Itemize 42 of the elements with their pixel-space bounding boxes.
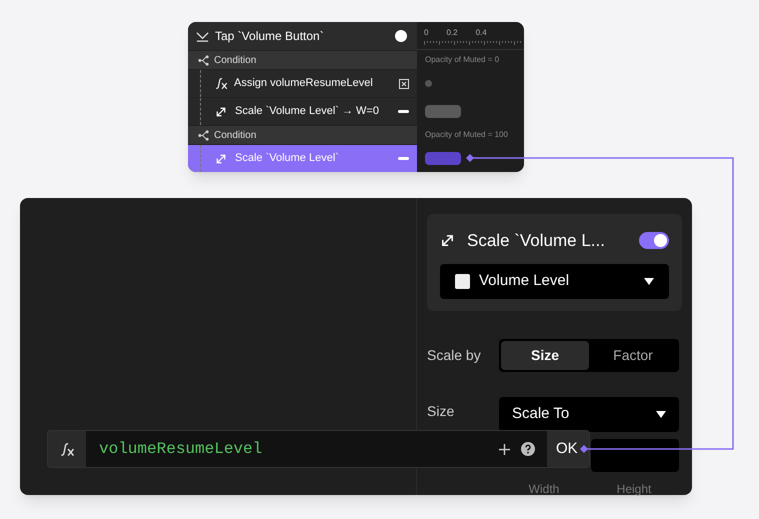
diagonal-arrow-icon xyxy=(215,106,227,118)
action-row[interactable]: Scale `Volume Level` → W=0 xyxy=(188,97,417,125)
close-box-icon[interactable] xyxy=(399,78,409,88)
animation-bar[interactable] xyxy=(425,152,461,164)
diagonal-arrow-icon xyxy=(440,233,455,248)
branch-icon xyxy=(198,54,209,66)
lane-label: Opacity of Muted = 100 xyxy=(425,128,508,140)
lane-label: Opacity of Muted = 0 xyxy=(425,54,500,66)
tap-icon xyxy=(196,30,209,42)
inspector-title: Scale `Volume L... xyxy=(467,230,606,252)
dropdown-caret-icon xyxy=(656,410,666,418)
function-icon xyxy=(215,77,228,90)
condition-row[interactable]: Condition xyxy=(188,50,417,69)
segment-option[interactable]: Factor xyxy=(589,340,677,370)
layer-select[interactable]: Volume Level xyxy=(440,264,669,298)
record-icon[interactable] xyxy=(395,30,407,42)
height-field[interactable] xyxy=(591,438,679,472)
ruler-tick-label: 0.4 xyxy=(476,26,487,38)
ruler-tick-label: 0.2 xyxy=(446,26,458,38)
formula-input[interactable]: volumeResumeLevel xyxy=(86,431,499,467)
size-select[interactable]: Scale To xyxy=(499,396,679,432)
ok-button[interactable]: OK xyxy=(547,431,589,467)
field-label: Size xyxy=(427,402,456,420)
field-caption: Width xyxy=(528,480,560,498)
action-row[interactable]: Assign volumeResumeLevel xyxy=(188,69,417,97)
dropdown-caret-icon xyxy=(644,278,654,284)
action-row[interactable]: Scale `Volume Level` xyxy=(188,144,417,172)
diagonal-arrow-icon xyxy=(215,152,227,164)
condition-row[interactable]: Condition xyxy=(188,125,417,144)
layer-swatch-icon xyxy=(455,274,470,288)
animation-bar[interactable] xyxy=(425,104,461,118)
help-icon[interactable] xyxy=(521,442,535,456)
minus-icon[interactable] xyxy=(398,110,409,113)
add-icon[interactable] xyxy=(499,444,510,454)
branch-icon xyxy=(198,130,209,140)
trigger-title: Tap `Volume Button` xyxy=(215,28,325,45)
segment-option[interactable]: Size xyxy=(501,340,589,370)
function-icon xyxy=(60,442,74,456)
field-caption: Height xyxy=(616,480,652,498)
enable-toggle[interactable] xyxy=(639,232,669,250)
ruler-tick-label: 0 xyxy=(424,26,428,38)
field-label: Scale by xyxy=(427,346,482,365)
